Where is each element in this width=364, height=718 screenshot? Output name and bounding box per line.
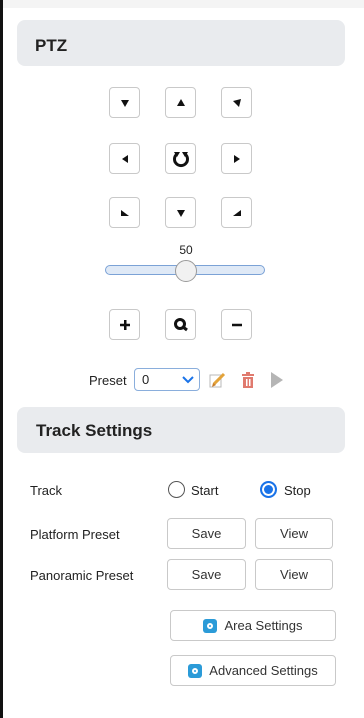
arrow-up-left-icon [232,209,241,216]
settings-icon [203,618,218,633]
track-stop-radio[interactable] [260,481,277,498]
area-settings-button[interactable]: Area Settings [170,610,336,641]
preset-select[interactable]: 0 [134,368,200,391]
edit-icon[interactable] [208,371,226,389]
reset-icon [172,151,189,167]
track-settings-header: Track Settings [17,407,345,453]
advanced-settings-label: Advanced Settings [209,663,318,678]
pan-down-right-button[interactable] [109,87,140,118]
zoom-in-button[interactable] [109,309,140,340]
pan-up-right-button[interactable] [109,197,140,228]
arrow-up-right-icon [120,209,129,216]
platform-preset-label: Platform Preset [30,527,120,542]
ptz-reset-button[interactable] [165,143,196,174]
play-icon[interactable] [269,371,285,389]
area-settings-label: Area Settings [224,618,303,633]
arrow-up-icon [176,98,185,106]
panoramic-preset-label: Panoramic Preset [30,568,134,583]
arrow-left-icon [121,154,128,163]
preset-value: 0 [142,372,150,387]
track-start-radio[interactable] [168,481,185,498]
advanced-settings-button[interactable]: Advanced Settings [170,655,336,686]
pan-right-button[interactable] [221,143,252,174]
ptz-title: PTZ [35,36,68,55]
track-start-label[interactable]: Start [191,483,218,498]
tilt-up-button[interactable] [165,87,196,118]
ptz-header: PTZ [17,20,345,66]
settings-icon [188,663,203,678]
arrow-down-right-icon [120,99,129,107]
delete-icon[interactable] [240,371,256,389]
panoramic-preset-save-button[interactable]: Save [167,559,246,590]
tilt-down-button[interactable] [165,197,196,228]
zoom-in-icon [119,319,130,330]
pan-left-button[interactable] [109,143,140,174]
top-strip [3,0,364,8]
arrow-down-icon [176,209,185,217]
speed-slider-thumb[interactable] [175,260,197,282]
chevron-down-icon [182,376,194,384]
track-settings-title: Track Settings [36,421,153,440]
pan-down-left-button[interactable] [221,87,252,118]
left-border [0,0,3,718]
panoramic-preset-view-button[interactable]: View [255,559,333,590]
zoom-out-button[interactable] [221,309,252,340]
pan-up-left-button[interactable] [221,197,252,228]
preset-label: Preset [89,373,127,388]
zoom-icon [173,317,188,331]
zoom-out-icon [231,323,242,326]
arrow-right-icon [233,154,240,163]
speed-value: 50 [179,243,193,257]
zoom-button[interactable] [165,309,196,340]
arrow-down-left-icon [232,98,241,107]
platform-preset-view-button[interactable]: View [255,518,333,549]
track-label: Track [30,483,63,498]
track-stop-label[interactable]: Stop [284,483,311,498]
platform-preset-save-button[interactable]: Save [167,518,246,549]
